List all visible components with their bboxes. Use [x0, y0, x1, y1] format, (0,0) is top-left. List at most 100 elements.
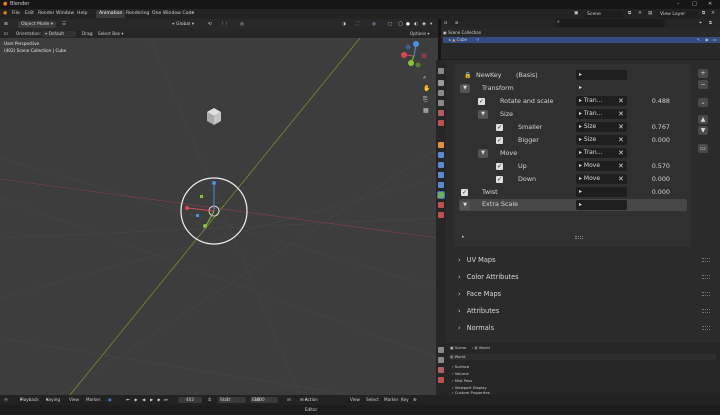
object-tab-icon[interactable]: [438, 142, 444, 148]
section-attributes[interactable]: › Attributes: [454, 304, 716, 318]
outliner-row-scene-collection[interactable]: ▣ Scene Collection: [443, 30, 713, 36]
view-layer-selector[interactable]: View Layer: [658, 10, 698, 18]
clear-icon[interactable]: ▭: [698, 144, 708, 153]
camera-view-icon[interactable]: ⎘: [423, 96, 428, 104]
gizmo-plane-handle-2[interactable]: [196, 214, 199, 217]
mode-selector[interactable]: Object Mode ▾: [18, 21, 57, 28]
end-frame-field[interactable]: End 1000: [250, 397, 278, 403]
delete-view-layer-icon[interactable]: ✕: [711, 9, 715, 19]
display-mode-icon[interactable]: ⊞: [455, 20, 458, 25]
transform-driver-field[interactable]: ▸: [576, 83, 627, 93]
material-tab-icon[interactable]: [438, 202, 444, 208]
smaller-clear-icon[interactable]: ✕: [618, 122, 624, 132]
select-box-dropdown[interactable]: Select Box ▾: [98, 30, 123, 38]
jump-start-icon[interactable]: ⏮: [126, 395, 130, 405]
gizmo-y-handle[interactable]: [203, 224, 207, 228]
move-up-icon[interactable]: ▲: [698, 115, 708, 124]
maximize-button[interactable]: □: [692, 0, 697, 9]
menu-window[interactable]: Window: [56, 9, 74, 19]
up-value[interactable]: 0.570: [630, 161, 670, 172]
world-panel-surface[interactable]: › Surface: [452, 364, 469, 369]
shape-key-row-transform[interactable]: ▼ Transform ▸: [460, 83, 685, 94]
list-resize-grip[interactable]: [575, 236, 583, 239]
rotate-and-scale-clear-icon[interactable]: ✕: [618, 96, 624, 106]
play-reverse-icon[interactable]: ◀: [142, 395, 145, 405]
lock-icon[interactable]: 🔒: [464, 70, 471, 81]
modifier-tab-icon[interactable]: [438, 152, 444, 158]
next-keyframe-icon[interactable]: ◆: [157, 395, 160, 405]
current-frame-field[interactable]: 402: [178, 397, 202, 403]
snap-icon[interactable]: ⋮⋮: [220, 19, 229, 30]
rendered-shading-icon[interactable]: ◉: [422, 19, 426, 30]
add-workspace-button[interactable]: +: [191, 9, 195, 19]
blender-menu-icon[interactable]: ●: [3, 9, 7, 19]
render-toggle-icon[interactable]: ▭: [713, 37, 717, 43]
section-face-maps[interactable]: › Face Maps: [454, 287, 716, 301]
up-checkbox[interactable]: ✓: [496, 163, 503, 170]
timeline-editor-icon[interactable]: ◷: [4, 395, 8, 405]
minimize-button[interactable]: –: [677, 0, 680, 9]
proportional-edit-icon[interactable]: ◎: [240, 19, 244, 30]
select-toggle-icon[interactable]: ↖: [697, 37, 700, 43]
xray-icon[interactable]: ▢: [388, 19, 392, 30]
menu-help[interactable]: Help: [77, 9, 87, 19]
playback-menu[interactable]: Playback ▾: [20, 395, 39, 405]
extra-scale-driver-field[interactable]: ▸: [576, 200, 627, 210]
wireframe-shading-icon[interactable]: ◯: [398, 19, 403, 30]
world-panel-mist-pass[interactable]: › Mist Pass: [452, 378, 472, 383]
tab-animation[interactable]: Animation: [96, 10, 126, 18]
constraints-tab-icon[interactable]: [438, 182, 444, 188]
scene-tab-icon[interactable]: [438, 110, 444, 116]
preview-range-icon[interactable]: ⏱: [208, 395, 211, 405]
shape-key-row-smaller[interactable]: ✓ Smaller ▸ Size ✕ 0.767: [460, 122, 685, 133]
lower-render-tab-icon[interactable]: [438, 357, 444, 363]
previous-keyframe-icon[interactable]: ◆: [134, 395, 137, 405]
texture-tab-icon[interactable]: [438, 212, 444, 218]
menu-icon[interactable]: ☰: [62, 19, 66, 30]
gizmo-x-handle[interactable]: [185, 206, 189, 210]
outliner-editor-icon[interactable]: ⊟: [444, 20, 447, 25]
lower-scene-tab-icon[interactable]: [438, 367, 444, 373]
world-selector[interactable]: ◍ World: [450, 354, 716, 360]
add-shape-key-button[interactable]: +: [698, 69, 708, 78]
shape-key-row-up[interactable]: ✓ Up ▸ Move ✕ 0.570: [460, 161, 685, 172]
editor-type-icon[interactable]: ⊞: [4, 19, 8, 30]
dope-sheet-editor-icon[interactable]: ⊟: [287, 395, 291, 405]
menu-render[interactable]: Render: [38, 9, 54, 19]
perspective-toggle-icon[interactable]: ▦: [423, 107, 429, 114]
remove-shape-key-button[interactable]: −: [698, 80, 708, 89]
filter-icon[interactable]: ⏷: [699, 20, 702, 25]
rotate-and-scale-checkbox[interactable]: ✓: [478, 98, 485, 105]
scene-selector[interactable]: Scene: [585, 10, 623, 18]
menu-file[interactable]: File: [12, 9, 20, 19]
down-checkbox[interactable]: ✓: [496, 176, 503, 183]
jump-end-icon[interactable]: ⏭: [164, 395, 168, 405]
shape-key-row-down[interactable]: ✓ Down ▸ Move ✕ 0.000: [460, 174, 685, 185]
gizmo-y-axis[interactable]: [205, 210, 215, 227]
shape-key-specials-icon[interactable]: ⌄: [698, 98, 708, 107]
orientation-selector[interactable]: ⌖ Default: [42, 31, 76, 37]
particles-tab-icon[interactable]: [438, 162, 444, 168]
overlay-icon[interactable]: ◍: [372, 19, 376, 30]
shape-key-row-extra-scale[interactable]: ▼ Extra Scale ▸: [459, 199, 687, 211]
new-scene-icon[interactable]: ⧉: [628, 9, 631, 19]
3d-viewport[interactable]: User Perspective (402) Scene Collection …: [0, 38, 438, 395]
shape-key-row-size[interactable]: ▼ Size ▸ Tran... ✕: [460, 109, 685, 120]
collapse-move-icon[interactable]: ▼: [478, 149, 488, 158]
basis-driver-field[interactable]: ▸: [576, 70, 627, 80]
timeline-view-menu[interactable]: View: [69, 395, 79, 405]
pivot-icon[interactable]: ⟲: [208, 19, 212, 30]
start-frame-field[interactable]: Start 1: [218, 397, 246, 403]
data-tab-icon[interactable]: [437, 191, 445, 199]
visibility-icon[interactable]: ◑: [342, 19, 346, 30]
tool-tab-icon[interactable]: [438, 68, 444, 74]
hide-toggle-icon[interactable]: ◉: [705, 37, 709, 43]
gizmo-plane-handle-1[interactable]: [200, 195, 203, 198]
action-extra-icon[interactable]: ⊕: [413, 395, 417, 405]
expand-icon[interactable]: ▸: [443, 37, 451, 42]
new-collection-icon[interactable]: ⧉: [709, 20, 712, 25]
shape-key-row-twist[interactable]: ✓ Twist ▸ 0.000: [460, 187, 685, 198]
smaller-checkbox[interactable]: ✓: [496, 124, 503, 131]
action-select-menu[interactable]: Select: [366, 395, 379, 405]
auto-keying-icon[interactable]: ●: [108, 395, 112, 405]
